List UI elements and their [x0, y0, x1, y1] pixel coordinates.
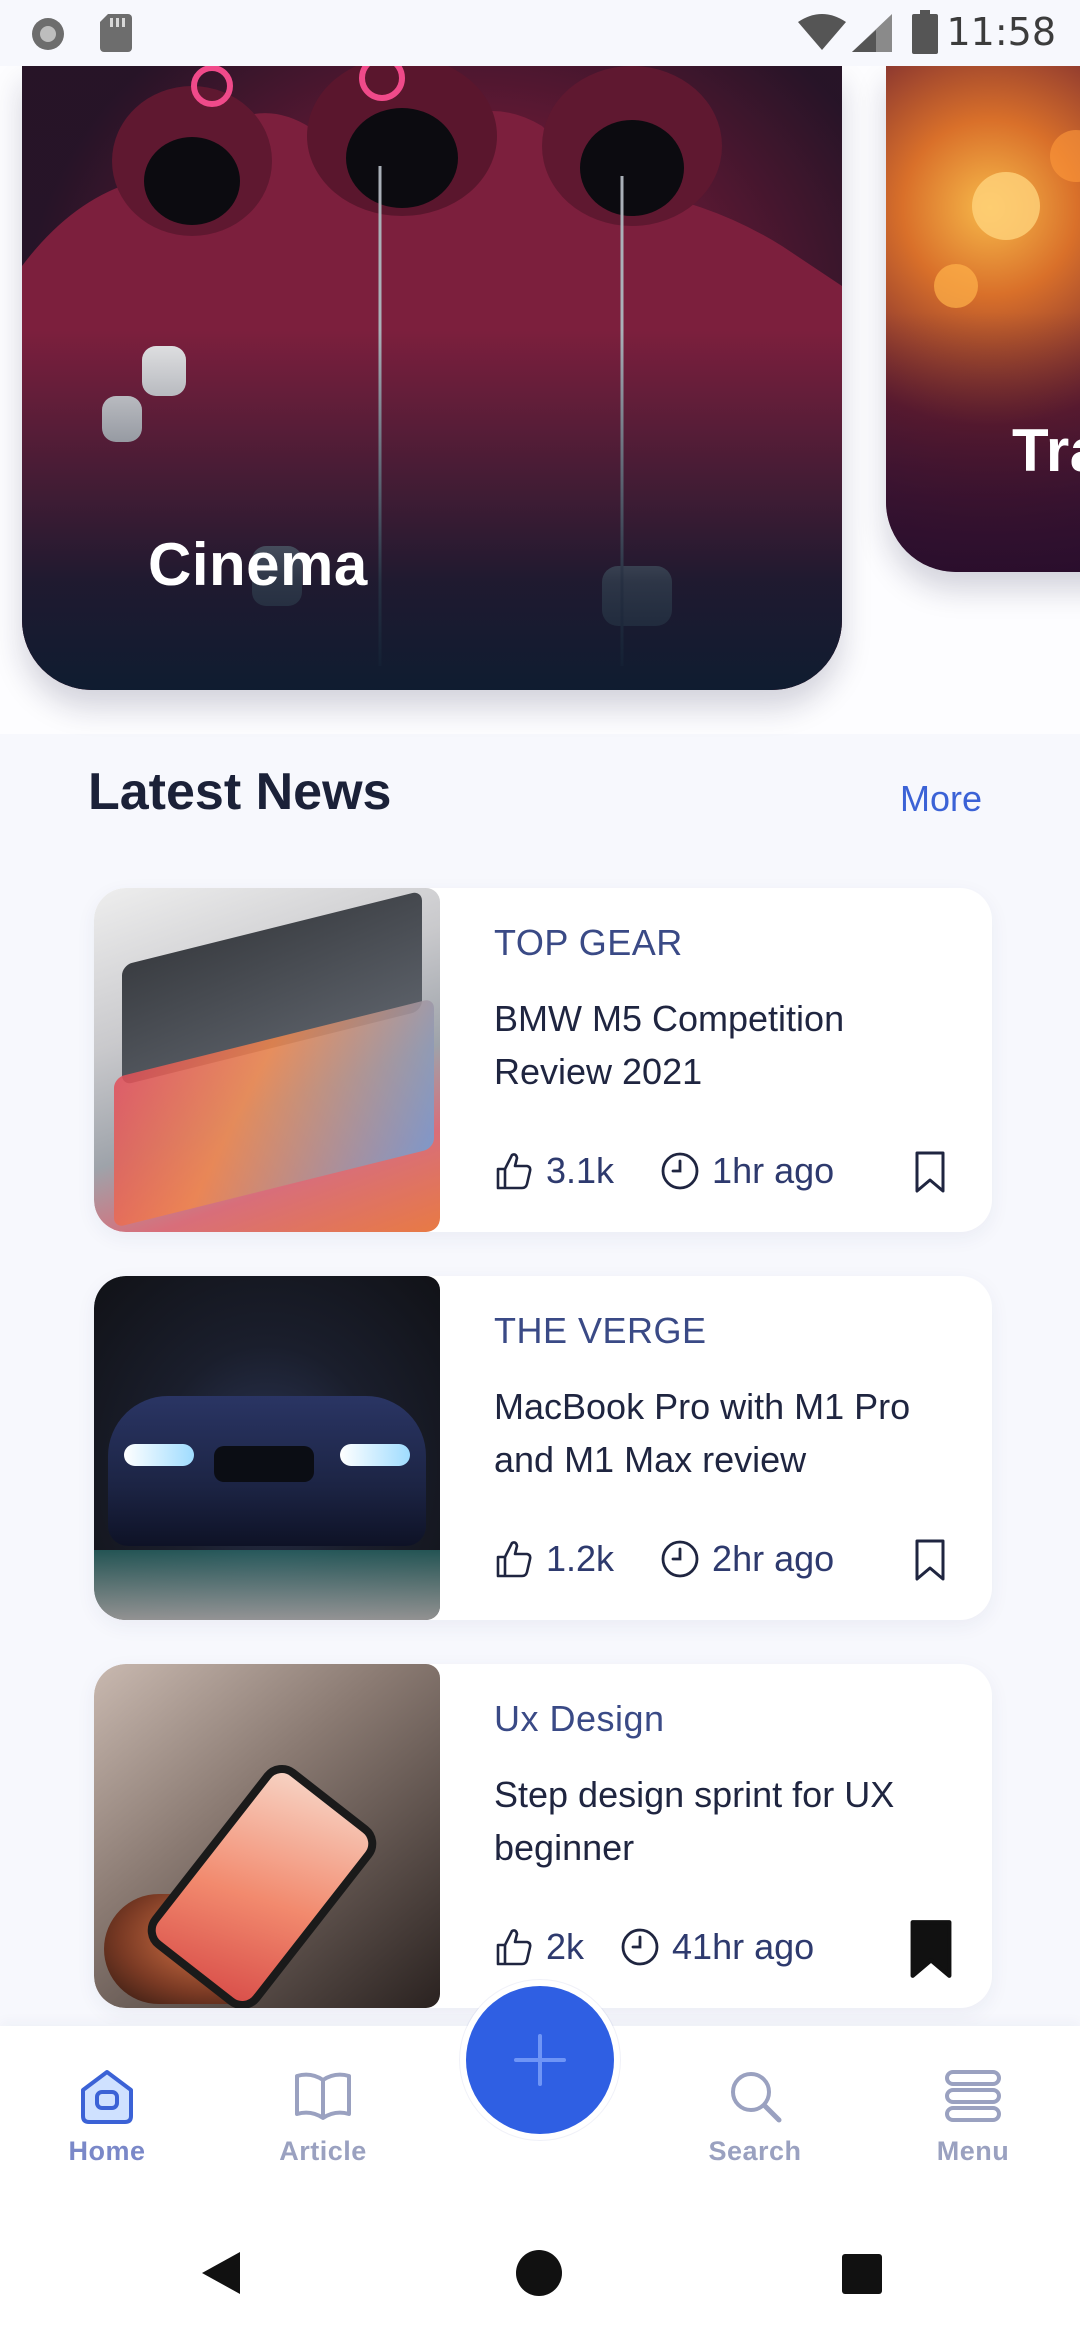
status-time: 11:58	[946, 10, 1056, 54]
nav-label-article: Article	[279, 2136, 367, 2166]
nav-item-menu[interactable]: Menu	[888, 2066, 1058, 2167]
thumbs-up-icon[interactable]	[494, 1927, 534, 1967]
category-carousel[interactable]: Cinema Tra	[0, 66, 1080, 734]
home-circle-icon[interactable]	[514, 2248, 564, 2298]
news-meta: 2k 41hr ago	[494, 1922, 860, 1972]
news-meta: 3.1k 1hr ago	[494, 1146, 880, 1196]
nav-item-home[interactable]: Home	[22, 2066, 192, 2167]
news-card[interactable]: TOP GEAR BMW M5 Competition Review 2021 …	[94, 888, 992, 1232]
likes-count: 3.1k	[546, 1150, 615, 1191]
bookmark-icon[interactable]	[914, 1150, 946, 1194]
clock-icon	[661, 1152, 699, 1190]
posted-time: 1hr ago	[712, 1150, 835, 1191]
add-button[interactable]	[466, 1986, 614, 2134]
likes-count: 1.2k	[546, 1538, 615, 1579]
thumbs-up-icon[interactable]	[494, 1539, 534, 1579]
news-thumbnail	[94, 888, 440, 1232]
nav-label-home: Home	[68, 2136, 146, 2166]
news-source: Ux Design	[494, 1698, 665, 1739]
news-title: MacBook Pro with M1 Pro and M1 Max revie…	[494, 1386, 911, 1480]
cell-signal-icon	[852, 14, 892, 52]
back-icon[interactable]	[196, 2248, 246, 2298]
clock-icon	[621, 1928, 659, 1966]
nav-label-search: Search	[708, 2136, 802, 2166]
book-icon	[295, 2072, 351, 2120]
posted-time: 41hr ago	[672, 1926, 815, 1967]
app-screen: 11:58 Cinema Tr Latest News More TOP GEA…	[0, 0, 1080, 2340]
news-card[interactable]: Ux Design Step design sprint for UX begi…	[94, 1664, 992, 2008]
category-card-travel[interactable]: Tra	[886, 66, 1080, 572]
bookmark-filled-icon[interactable]	[908, 1918, 954, 1980]
news-thumbnail	[94, 1664, 440, 2008]
likes-count: 2k	[546, 1926, 585, 1967]
menu-icon	[945, 2070, 1001, 2122]
nav-label-menu: Menu	[936, 2136, 1010, 2166]
home-icon	[81, 2070, 133, 2124]
category-title: Cinema	[148, 531, 368, 598]
news-source: THE VERGE	[494, 1310, 707, 1351]
more-link[interactable]: More	[900, 778, 982, 820]
plus-icon	[514, 2034, 566, 2086]
status-bar: 11:58	[0, 0, 1080, 66]
nav-item-article[interactable]: Article	[238, 2066, 408, 2167]
nav-item-search[interactable]: Search	[670, 2066, 840, 2167]
search-icon	[731, 2072, 782, 2123]
news-thumbnail	[94, 1276, 440, 1620]
sd-card-icon	[100, 14, 132, 52]
posted-time: 2hr ago	[712, 1538, 835, 1579]
news-meta: 1.2k 2hr ago	[494, 1534, 880, 1584]
thumbs-up-icon[interactable]	[494, 1151, 534, 1191]
news-title: BMW M5 Competition Review 2021	[494, 998, 845, 1092]
category-title: Tra	[1012, 417, 1080, 484]
recents-icon[interactable]	[840, 2252, 884, 2296]
wifi-icon	[798, 14, 846, 50]
notification-dot-icon	[32, 18, 64, 50]
bookmark-icon[interactable]	[914, 1538, 946, 1582]
system-navigation-bar	[0, 2200, 1080, 2340]
battery-icon	[912, 10, 938, 54]
news-source: TOP GEAR	[494, 922, 683, 963]
news-title: Step design sprint for UX beginner	[494, 1774, 895, 1868]
news-card[interactable]: THE VERGE MacBook Pro with M1 Pro and M1…	[94, 1276, 992, 1620]
section-title: Latest News	[88, 763, 392, 821]
clock-icon	[661, 1540, 699, 1578]
category-card-cinema[interactable]: Cinema	[22, 66, 842, 690]
